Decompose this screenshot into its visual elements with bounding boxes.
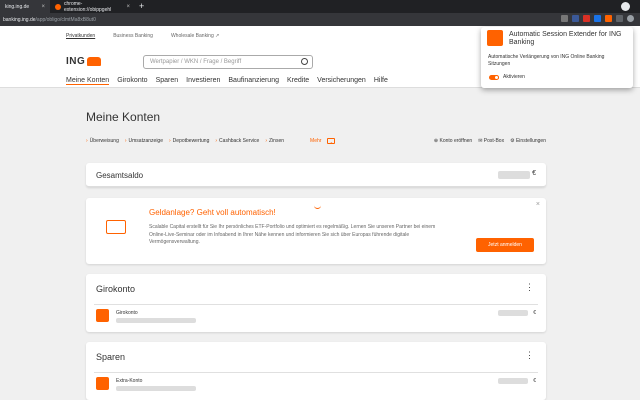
quick-link-umsatzanzeige[interactable]: Umsatzanzeige bbox=[125, 138, 163, 144]
quick-links: Überweisung Umsatzanzeige Depotbewertung… bbox=[86, 138, 546, 144]
more-link[interactable]: Mehr bbox=[310, 138, 321, 144]
action-post-box[interactable]: ✉ Post-Box bbox=[478, 138, 504, 144]
nav-meine-konten[interactable]: Meine Konten bbox=[66, 77, 110, 85]
account-row[interactable]: Girokonto € bbox=[94, 304, 538, 328]
account-name: Extra-Konto bbox=[116, 378, 143, 384]
new-tab-button[interactable]: + bbox=[135, 0, 148, 13]
favicon-icon bbox=[55, 3, 61, 10]
speech-bubble-icon bbox=[106, 220, 126, 234]
section-heading: Sparen bbox=[96, 352, 126, 362]
search-placeholder: Wertpapier / WKN / Frage / Begriff bbox=[150, 59, 242, 65]
promo-button[interactable]: Jetzt anmelden bbox=[476, 238, 534, 252]
ing-logo[interactable]: ING bbox=[66, 56, 102, 67]
currency-symbol: € bbox=[532, 170, 536, 177]
promo-heading: Geldanlage? Geht voll automatisch! bbox=[149, 208, 276, 217]
segment-business[interactable]: Business Banking bbox=[113, 33, 153, 39]
main-nav: Meine Konten Girokonto Sparen Investiere… bbox=[66, 77, 388, 85]
extension-logo-icon bbox=[487, 30, 503, 46]
masked-amount bbox=[498, 378, 528, 384]
quick-link-depotbewertung[interactable]: Depotbewertung bbox=[169, 138, 210, 144]
popup-title: Automatic Session Extender for ING Banki… bbox=[509, 31, 622, 47]
quick-link-ueberweisung[interactable]: Überweisung bbox=[86, 138, 119, 144]
tab-label: king.ing.de bbox=[5, 3, 30, 10]
star-icon[interactable] bbox=[561, 15, 568, 22]
more-options-icon[interactable]: ⋮ bbox=[525, 282, 534, 293]
segment-nav: Privatkunden Business Banking Wholesale … bbox=[66, 33, 219, 39]
gesamtsaldo-label: Gesamtsaldo bbox=[96, 171, 144, 180]
tab-label: chrome-extension://obippgehl bbox=[64, 0, 112, 13]
page-title: Meine Konten bbox=[86, 110, 161, 124]
browser-tab-ing[interactable]: king.ing.de × bbox=[0, 0, 50, 13]
close-icon[interactable]: × bbox=[41, 4, 45, 10]
segment-wholesale[interactable]: Wholesale Banking ↗ bbox=[171, 33, 219, 39]
extension-icon[interactable] bbox=[605, 15, 612, 22]
account-name: Girokonto bbox=[116, 310, 138, 316]
close-icon[interactable]: × bbox=[126, 4, 130, 10]
masked-iban bbox=[116, 386, 196, 391]
nav-kredite[interactable]: Kredite bbox=[287, 77, 309, 85]
account-row[interactable]: Extra-Konto € bbox=[94, 372, 538, 396]
currency-symbol: € bbox=[533, 310, 536, 316]
action-einstellungen[interactable]: ⚙ Einstellungen bbox=[510, 138, 546, 144]
account-icon bbox=[96, 377, 109, 390]
segment-privatkunden[interactable]: Privatkunden bbox=[66, 33, 95, 39]
extension-popup: Automatic Session Extender for ING Banki… bbox=[481, 27, 633, 88]
chevron-down-icon[interactable]: ⌄ bbox=[327, 138, 336, 144]
sparen-section: Sparen ⋮ Extra-Konto € bbox=[86, 342, 546, 400]
puzzle-icon[interactable] bbox=[616, 15, 623, 22]
browser-tab-extension[interactable]: chrome-extension://obippgehl × bbox=[50, 0, 135, 13]
lion-icon bbox=[87, 56, 102, 66]
promo-text: Scalable Capital erstellt für Sie Ihr pe… bbox=[149, 224, 436, 245]
search-input[interactable]: Wertpapier / WKN / Frage / Begriff bbox=[143, 55, 313, 69]
popup-description: Automatische Verlängerung von ING Online… bbox=[488, 54, 605, 67]
action-konto-eroeffnen[interactable]: ⊕ Konto eröffnen bbox=[434, 138, 472, 144]
nav-baufinanzierung[interactable]: Baufinanzierung bbox=[228, 77, 279, 85]
url-text: banking.ing.de/app/obligo/clmtMa8xB8ut0 bbox=[3, 16, 96, 23]
nav-investieren[interactable]: Investieren bbox=[186, 77, 220, 85]
nav-versicherungen[interactable]: Versicherungen bbox=[317, 77, 366, 85]
quick-link-zinsen[interactable]: Zinsen bbox=[265, 138, 284, 144]
address-bar[interactable]: banking.ing.de/app/obligo/clmtMa8xB8ut0 bbox=[0, 13, 640, 26]
extension-icon[interactable] bbox=[572, 15, 579, 22]
window-control-icon[interactable] bbox=[621, 2, 630, 11]
browser-tab-bar: king.ing.de × chrome-extension://obippge… bbox=[0, 0, 640, 13]
toggle-label: Aktivieren bbox=[503, 74, 525, 80]
currency-symbol: € bbox=[533, 378, 536, 384]
account-icon bbox=[96, 309, 109, 322]
masked-amount bbox=[498, 310, 528, 316]
search-icon[interactable] bbox=[301, 58, 308, 65]
extension-icon[interactable] bbox=[583, 15, 590, 22]
quick-link-cashback[interactable]: Cashback Service bbox=[215, 138, 259, 144]
profile-icon[interactable] bbox=[627, 15, 634, 22]
nav-hilfe[interactable]: Hilfe bbox=[374, 77, 388, 85]
masked-iban bbox=[116, 318, 196, 323]
more-options-icon[interactable]: ⋮ bbox=[525, 350, 534, 361]
nav-sparen[interactable]: Sparen bbox=[156, 77, 179, 85]
activate-toggle[interactable] bbox=[489, 75, 499, 80]
nav-girokonto[interactable]: Girokonto bbox=[117, 77, 147, 85]
extension-icon[interactable] bbox=[594, 15, 601, 22]
extension-icons bbox=[561, 15, 634, 22]
girokonto-section: Girokonto ⋮ Girokonto € bbox=[86, 274, 546, 332]
masked-amount bbox=[498, 171, 530, 179]
gesamtsaldo-card: Gesamtsaldo € bbox=[86, 163, 546, 187]
section-heading: Girokonto bbox=[96, 284, 136, 294]
close-icon[interactable]: × bbox=[536, 201, 540, 208]
